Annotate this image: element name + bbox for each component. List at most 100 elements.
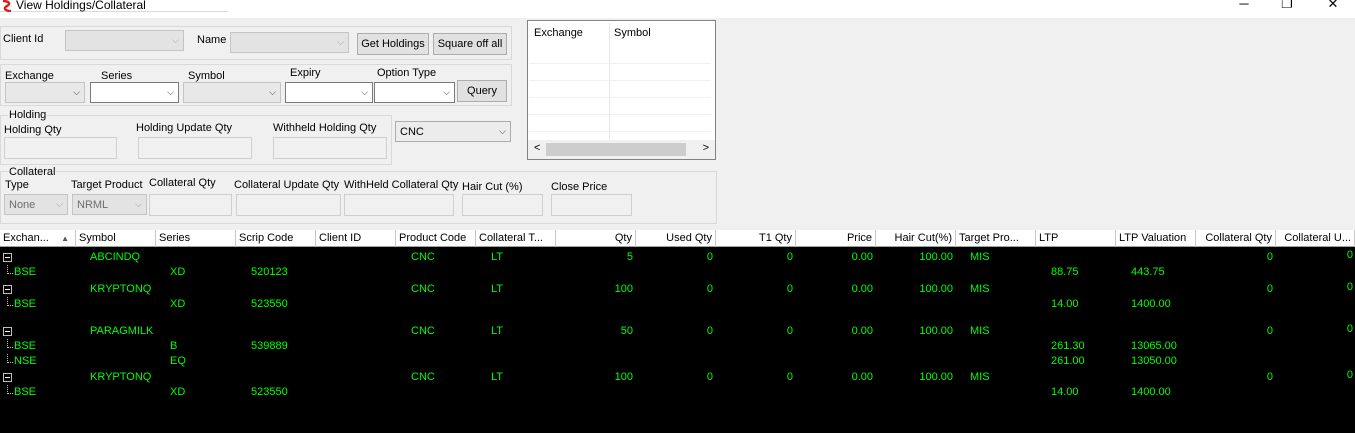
get-holdings-button[interactable]: Get Holdings xyxy=(357,33,429,55)
withheld-collateral-qty-label: WithHeld Collateral Qty xyxy=(344,179,459,191)
cell-ltp: 261.00 xyxy=(1051,355,1085,367)
scroll-left-icon[interactable]: < xyxy=(534,142,540,154)
column-header-collateral-update[interactable]: Collateral U... xyxy=(1276,230,1355,247)
cell-product-code: CNC xyxy=(411,325,435,337)
column-header-collateral-qty[interactable]: Collateral Qty xyxy=(1196,230,1276,247)
cell-exchange: BSE xyxy=(14,340,37,352)
holding-update-qty-field[interactable] xyxy=(138,137,252,159)
column-header-qty[interactable]: Qty xyxy=(556,230,636,247)
cell-target-product: MIS xyxy=(970,283,990,295)
holding-product-select[interactable]: CNC ⌵ xyxy=(395,121,511,142)
column-header-ltp[interactable]: LTP xyxy=(1036,230,1116,247)
tree-collapse-icon[interactable] xyxy=(3,253,12,262)
scrollbar-thumb[interactable] xyxy=(546,143,686,156)
holding-qty-field[interactable] xyxy=(4,137,117,159)
series-select[interactable]: ⌵ xyxy=(90,82,179,103)
target-product-select[interactable]: NRML ⌵ xyxy=(72,194,147,215)
table-row[interactable]: BSE B 539889 261.30 13065.00 xyxy=(0,339,1355,354)
tree-collapse-icon[interactable] xyxy=(3,327,12,336)
column-header-scrip-code[interactable]: Scrip Code xyxy=(236,230,316,247)
cell-scrip-code: 520123 xyxy=(251,266,288,278)
cell-scrip-code: 523550 xyxy=(251,298,288,310)
square-off-all-button[interactable]: Square off all xyxy=(433,33,507,55)
cell-series: EQ xyxy=(170,355,186,367)
tree-connector xyxy=(7,385,13,394)
cell-haircut: 100.00 xyxy=(919,251,953,263)
column-header-ltp-valuation[interactable]: LTP Valuation xyxy=(1116,230,1196,247)
collateral-update-qty-field[interactable] xyxy=(236,194,341,216)
table-row[interactable]: NSE EQ 261.00 13050.00 xyxy=(0,354,1355,369)
table-row[interactable]: BSE XD 523550 14.00 1400.00 xyxy=(0,297,1355,312)
mini-grid-scrollbar[interactable]: < > xyxy=(528,140,715,159)
cell-t1-qty: 0 xyxy=(786,251,793,263)
tree-collapse-icon[interactable] xyxy=(3,373,12,382)
query-button[interactable]: Query xyxy=(457,80,507,102)
collateral-type-select[interactable]: None ⌵ xyxy=(4,194,68,215)
haircut-field[interactable] xyxy=(462,194,543,216)
cell-ltp-valuation: 1400.00 xyxy=(1131,298,1171,310)
table-row[interactable]: BSE XD 520123 88.75 443.75 xyxy=(0,265,1355,280)
window-title: View Holdings/Collateral xyxy=(16,0,146,12)
column-header-product-code[interactable]: Product Code xyxy=(396,230,476,247)
column-header-client-id[interactable]: Client ID xyxy=(316,230,396,247)
column-header-series[interactable]: Series xyxy=(156,230,236,247)
cell-ltp-valuation: 443.75 xyxy=(1131,266,1165,278)
table-row-group[interactable]: ABCINDQ CNC LT 5 0 0 0.00 100.00 MIS 0 0 xyxy=(0,249,1355,265)
expiry-select[interactable]: ⌵ xyxy=(285,82,373,103)
cell-ltp: 14.00 xyxy=(1051,298,1079,310)
cell-ltp-valuation: 13050.00 xyxy=(1131,355,1177,367)
table-row[interactable]: BSE XD 523550 14.00 1400.00 xyxy=(0,385,1355,400)
close-price-field[interactable] xyxy=(551,194,632,216)
collateral-qty-field[interactable] xyxy=(149,194,232,216)
scroll-right-icon[interactable]: > xyxy=(703,142,709,154)
option-type-label: Option Type xyxy=(377,67,437,79)
cell-price: 0.00 xyxy=(851,371,873,383)
collateral-type-label: Type xyxy=(5,179,29,191)
chevron-down-icon: ⌵ xyxy=(167,87,174,97)
column-header-exchange[interactable]: Exchan... ▲ xyxy=(0,230,76,247)
table-row-group[interactable]: KRYPTONQ CNC LT 100 0 0 0.00 100.00 MIS 0 0 xyxy=(0,369,1355,385)
close-button[interactable]: ✕ xyxy=(1322,0,1344,11)
name-label: Name xyxy=(197,34,227,46)
exchange-symbol-grid[interactable]: Exchange Symbol < > xyxy=(527,20,716,160)
column-header-haircut[interactable]: Hair Cut(%) xyxy=(876,230,956,247)
table-row-group[interactable]: KRYPTONQ CNC LT 100 0 0 0.00 100.00 MIS 0 0 xyxy=(0,281,1355,297)
cell-t1-qty: 0 xyxy=(786,325,793,337)
cell-ltp-valuation: 1400.00 xyxy=(1131,386,1171,398)
column-header-symbol[interactable]: Symbol xyxy=(76,230,156,247)
column-header-target-product[interactable]: Target Pro... xyxy=(956,230,1036,247)
option-type-select[interactable]: ⌵ xyxy=(374,82,455,103)
mini-grid-column-divider xyxy=(609,23,610,139)
tree-connector xyxy=(7,339,13,348)
cell-collateral-type: LT xyxy=(491,283,504,295)
cell-exchange: BSE xyxy=(14,298,37,310)
column-header-t1-qty[interactable]: T1 Qty xyxy=(716,230,796,247)
name-select[interactable]: ⌵ xyxy=(230,32,349,53)
tree-collapse-icon[interactable] xyxy=(3,285,12,294)
cell-collateral-update: 0 xyxy=(1346,249,1353,261)
exchange-select[interactable]: ⌵ xyxy=(5,82,85,103)
table-row-group[interactable]: PARAGMILK CNC LT 50 0 0 0.00 100.00 MIS 0 0 xyxy=(0,323,1355,339)
column-header-used-qty[interactable]: Used Qty xyxy=(636,230,716,247)
withheld-collateral-qty-field[interactable] xyxy=(344,194,454,216)
cell-collateral-qty: 0 xyxy=(1266,283,1273,295)
symbol-select[interactable]: ⌵ xyxy=(183,82,281,103)
cell-symbol: KRYPTONQ xyxy=(90,371,152,383)
mini-grid-header-symbol: Symbol xyxy=(614,27,651,39)
column-header-collateral-type[interactable]: Collateral T... xyxy=(476,230,556,247)
mini-grid-row-line xyxy=(529,80,711,81)
mini-grid-row-line xyxy=(529,63,711,64)
holdings-grid[interactable]: Exchan... ▲ Symbol Series Scrip Code Client I… xyxy=(0,230,1355,433)
chevron-down-icon: ⌵ xyxy=(172,35,179,45)
withheld-holding-qty-field[interactable] xyxy=(273,137,387,159)
grid-header: Exchan... ▲ Symbol Series Scrip Code Client I… xyxy=(0,230,1355,247)
cell-ltp-valuation: 13065.00 xyxy=(1131,340,1177,352)
maximize-button[interactable]: ❐ xyxy=(1276,0,1298,11)
mini-grid-row-line xyxy=(529,97,711,98)
client-id-select[interactable]: ⌵ xyxy=(65,30,184,51)
column-header-price[interactable]: Price xyxy=(796,230,876,247)
cell-ltp: 14.00 xyxy=(1051,386,1079,398)
cell-price: 0.00 xyxy=(851,251,873,263)
collateral-qty-label: Collateral Qty xyxy=(149,177,216,189)
minimize-button[interactable]: ─ xyxy=(1233,0,1255,11)
